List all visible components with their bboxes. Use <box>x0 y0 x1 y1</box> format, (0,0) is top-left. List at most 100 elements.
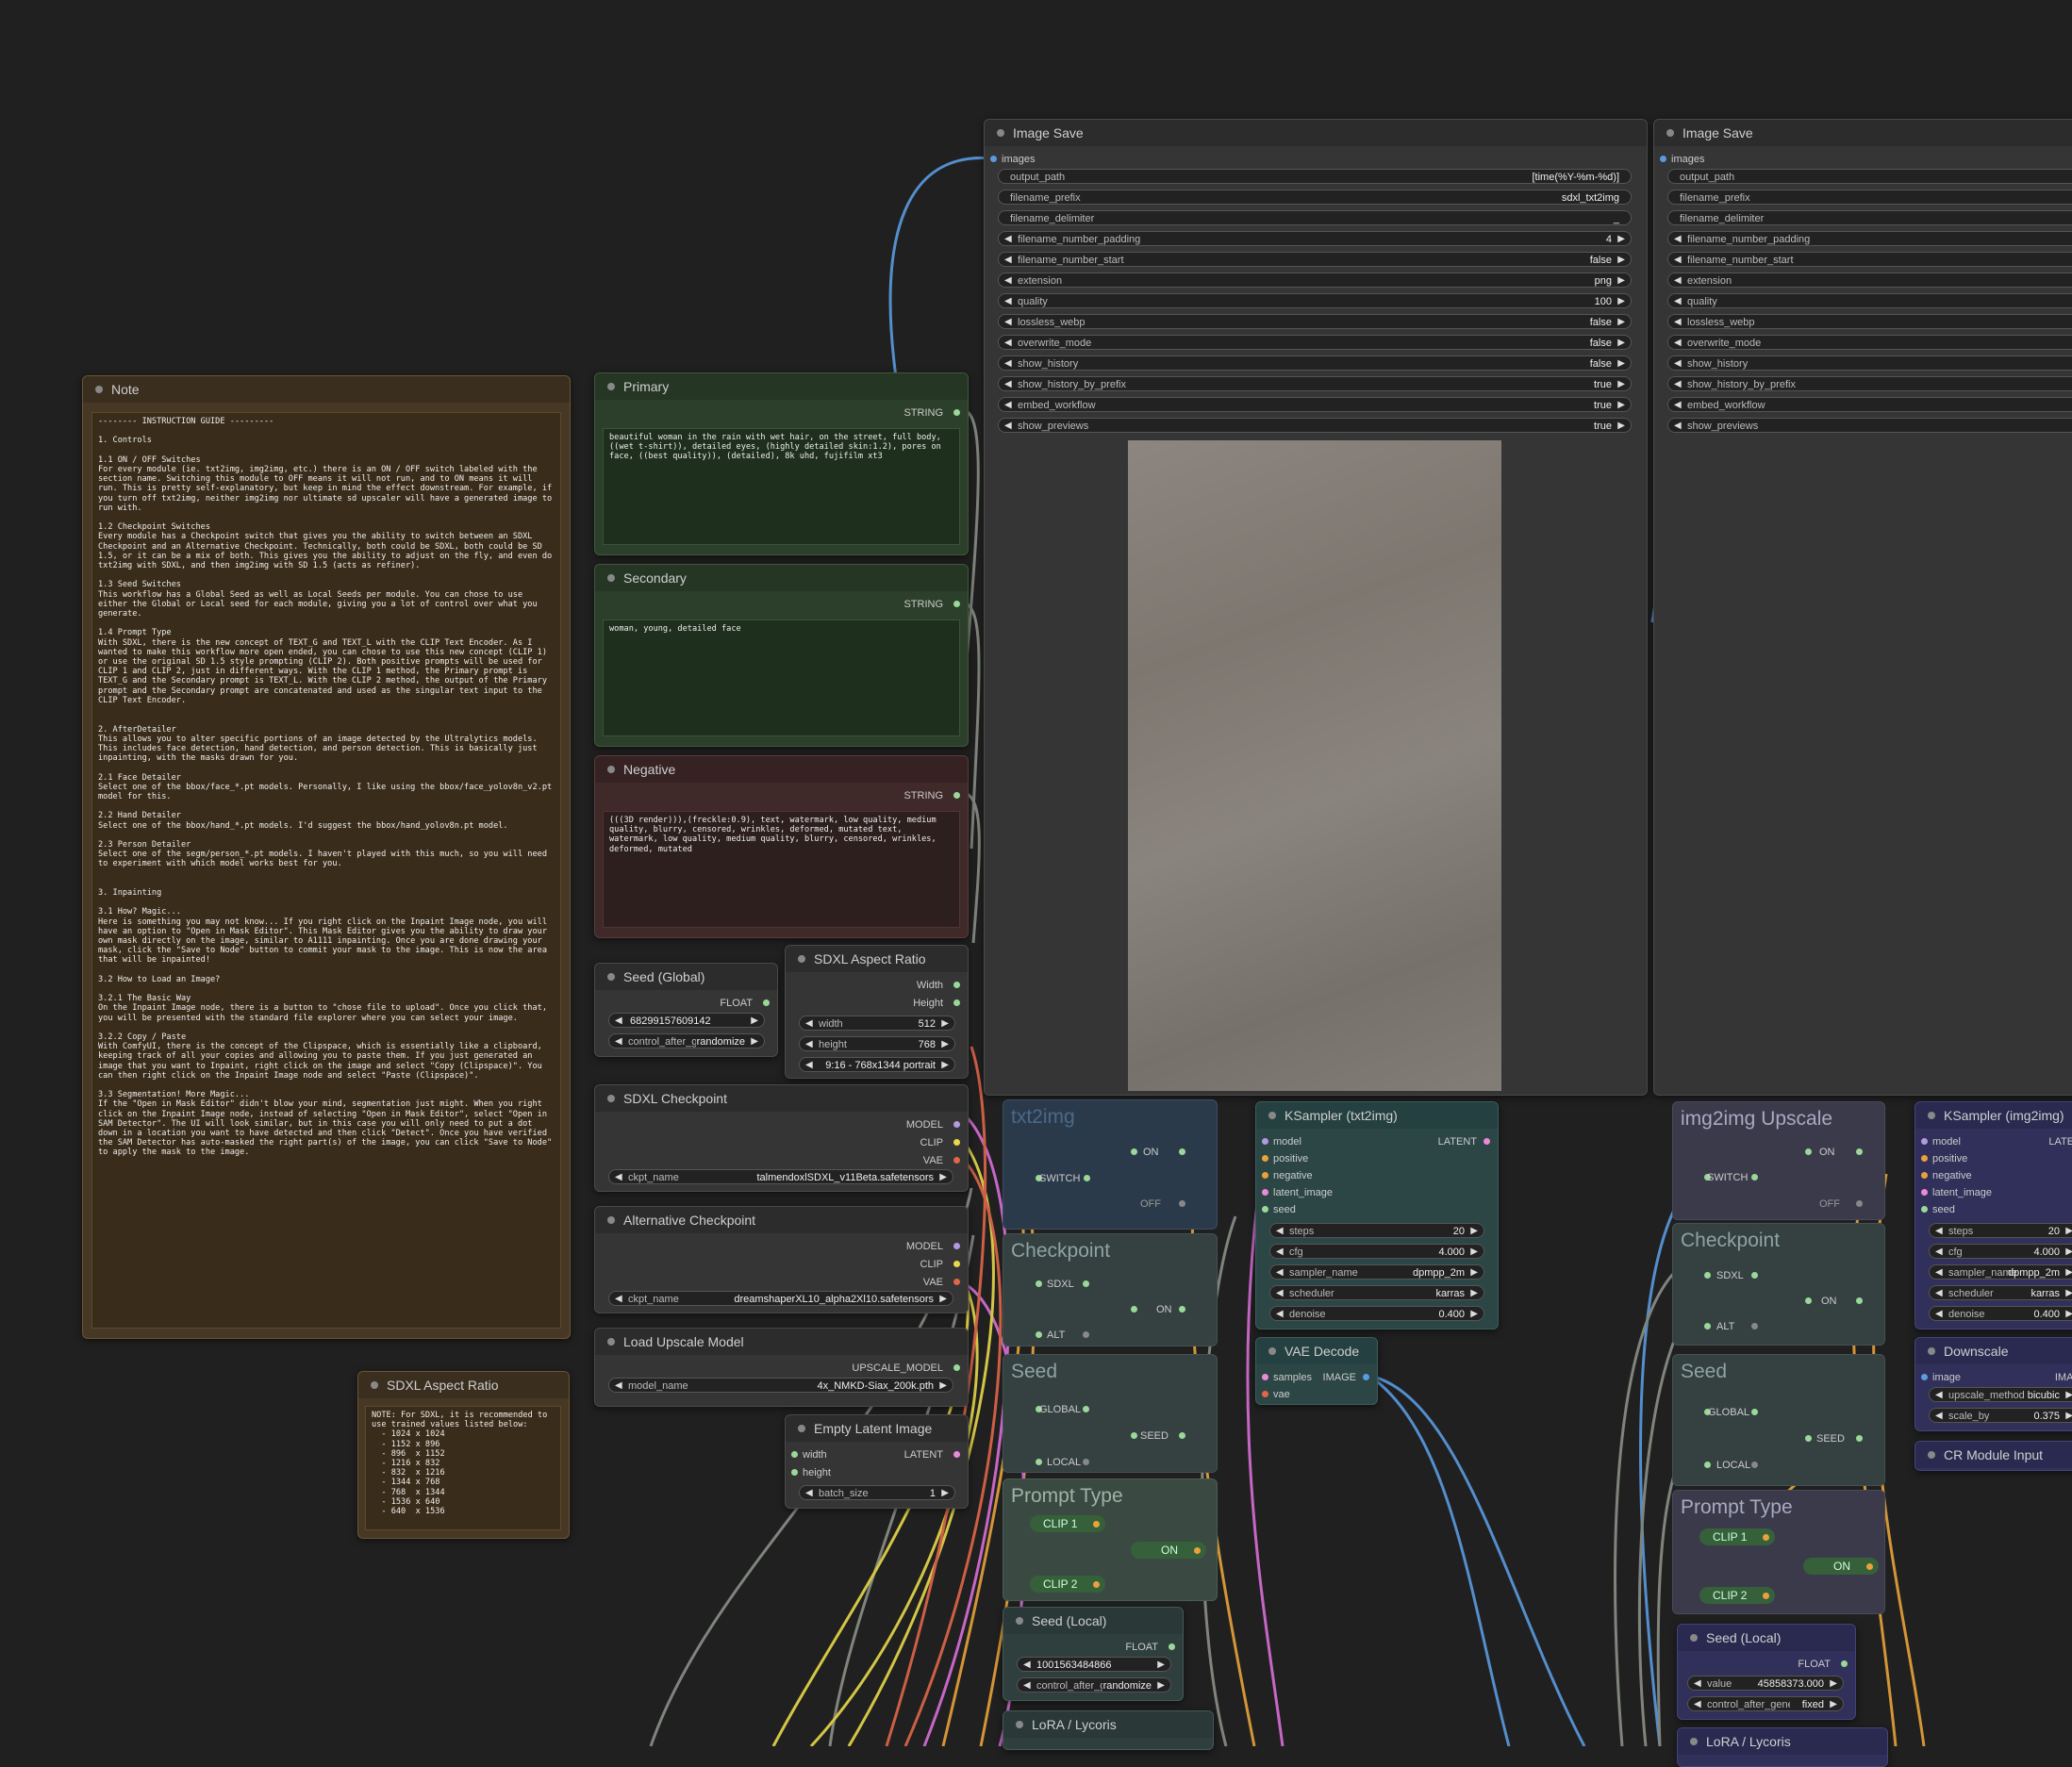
ksampler-img-steps-widget[interactable]: ◀ steps 20 ▶ <box>1929 1223 2072 1238</box>
seed-global-value-widget[interactable]: ◀ 68299157609142 ▶ <box>608 1013 765 1028</box>
decrement-arrow-icon[interactable]: ◀ <box>1694 1676 1701 1690</box>
increment-arrow-icon[interactable]: ▶ <box>1617 294 1625 307</box>
decrement-arrow-icon[interactable]: ◀ <box>1004 253 1012 266</box>
decrement-arrow-icon[interactable]: ◀ <box>1935 1265 1943 1279</box>
seed-switch-output-port[interactable] <box>1856 1435 1863 1442</box>
ksampler-txt-steps-widget[interactable]: ◀ steps 20 ▶ <box>1269 1223 1484 1238</box>
samples-input-port[interactable] <box>1262 1374 1268 1380</box>
image-save-field-show-history-by-prefix[interactable]: ◀ show_history_by_prefix true ▶ <box>998 376 1632 391</box>
image-save-field-filename-number-start[interactable]: ◀ filename_number_start false ▶ <box>998 252 1632 267</box>
ckpt-on-input-port[interactable] <box>1131 1306 1137 1313</box>
aspect-height-output-port[interactable] <box>953 999 960 1006</box>
increment-arrow-icon[interactable]: ▶ <box>2065 1409 2072 1422</box>
sdxl-checkpoint-node[interactable]: SDXL Checkpoint MODEL CLIP VAE ◀ ckpt_na… <box>594 1084 969 1192</box>
downscale-scale-by-widget[interactable]: ◀ scale_by 0.375 ▶ <box>1929 1408 2072 1423</box>
local-input-port[interactable] <box>1704 1461 1711 1468</box>
image-save-field-lossless-webp[interactable]: ◀ lossless_webp false ▶ <box>998 314 1632 329</box>
increment-arrow-icon[interactable]: ▶ <box>1617 336 1625 349</box>
negative-title-bar[interactable]: Negative <box>595 756 968 783</box>
increment-arrow-icon[interactable]: ▶ <box>941 1037 949 1050</box>
images-input-port[interactable] <box>1660 156 1666 162</box>
primary-textarea[interactable]: beautiful woman in the rain with wet hai… <box>603 428 960 545</box>
collapse-dot-icon[interactable] <box>1928 1451 1935 1459</box>
vae-decode-node[interactable]: VAE Decode samples vae IMAGE <box>1255 1337 1378 1405</box>
seed-input-port[interactable] <box>1262 1206 1268 1213</box>
seed-switch-input-port[interactable] <box>1131 1432 1137 1439</box>
alt-model-output-port[interactable] <box>953 1243 960 1249</box>
empty-latent-title-bar[interactable]: Empty Latent Image <box>786 1415 968 1442</box>
decrement-arrow-icon[interactable]: ◀ <box>1004 419 1012 432</box>
collapse-dot-icon[interactable] <box>607 1338 615 1346</box>
image-save-2-title-bar[interactable]: Image Save <box>1654 120 2072 146</box>
collapse-dot-icon[interactable] <box>607 1216 615 1224</box>
ksampler-img2img-node[interactable]: KSampler (img2img) model positive negati… <box>1915 1101 2072 1329</box>
collapse-dot-icon[interactable] <box>371 1381 378 1389</box>
decrement-arrow-icon[interactable]: ◀ <box>1674 273 1682 287</box>
seed-local-1-output-port[interactable] <box>1169 1643 1175 1650</box>
image-save-field-extension[interactable]: ◀extension▶ <box>1667 272 2072 288</box>
collapse-dot-icon[interactable] <box>1016 1617 1023 1625</box>
image-output-port[interactable] <box>1363 1374 1369 1380</box>
decrement-arrow-icon[interactable]: ◀ <box>1276 1224 1284 1237</box>
upscale-model-name-widget[interactable]: ◀ model_name 4x_NMKD-Siax_200k.pth ▶ <box>608 1378 953 1393</box>
model-input-port[interactable] <box>1262 1138 1268 1145</box>
seed-global-control-widget[interactable]: ◀ control_after_generate randomize ▶ <box>608 1033 765 1049</box>
img2img-switch-group[interactable]: img2img Upscale SWITCH ON OFF <box>1672 1101 1885 1220</box>
increment-arrow-icon[interactable]: ▶ <box>2065 1307 2072 1320</box>
decrement-arrow-icon[interactable]: ◀ <box>1674 377 1682 390</box>
increment-arrow-icon[interactable]: ▶ <box>1617 398 1625 411</box>
decrement-arrow-icon[interactable]: ◀ <box>1004 356 1012 370</box>
upscale-model-title-bar[interactable]: Load Upscale Model <box>595 1329 968 1355</box>
decrement-arrow-icon[interactable]: ◀ <box>1004 377 1012 390</box>
decrement-arrow-icon[interactable]: ◀ <box>1674 232 1682 245</box>
alt-ckpt-name-widget[interactable]: ◀ ckpt_name dreamshaperXL10_alpha2Xl10.s… <box>608 1291 953 1306</box>
decrement-arrow-icon[interactable]: ◀ <box>1004 273 1012 287</box>
sdxl-output-port[interactable] <box>1751 1272 1758 1279</box>
secondary-textarea[interactable]: woman, young, detailed face <box>603 619 960 736</box>
alt-output-port[interactable] <box>1083 1331 1089 1338</box>
ckpt-on-input-port[interactable] <box>1805 1297 1812 1304</box>
latent-output-port[interactable] <box>953 1451 960 1458</box>
decrement-arrow-icon[interactable]: ◀ <box>1935 1307 1943 1320</box>
increment-arrow-icon[interactable]: ▶ <box>939 1379 947 1392</box>
on-output-port[interactable] <box>1856 1148 1863 1155</box>
collapse-dot-icon[interactable] <box>1268 1112 1276 1119</box>
image-save-field-output-path[interactable]: output_path <box>1667 169 2072 184</box>
increment-arrow-icon[interactable]: ▶ <box>1470 1265 1478 1279</box>
decrement-arrow-icon[interactable]: ◀ <box>1935 1409 1943 1422</box>
decrement-arrow-icon[interactable]: ◀ <box>1935 1388 1943 1401</box>
negative-textarea[interactable]: (((3D render))),(freckle:0.9), text, wat… <box>603 811 960 928</box>
increment-arrow-icon[interactable]: ▶ <box>1617 315 1625 328</box>
aspect-note-textarea[interactable]: NOTE: For SDXL, it is recommended to use… <box>365 1406 561 1530</box>
sdxl-checkpoint-title-bar[interactable]: SDXL Checkpoint <box>595 1085 968 1112</box>
image-save-field-embed-workflow[interactable]: ◀embed_workflow▶ <box>1667 397 2072 412</box>
decrement-arrow-icon[interactable]: ◀ <box>1023 1658 1031 1671</box>
collapse-dot-icon[interactable] <box>1928 1112 1935 1119</box>
images-input-port[interactable] <box>990 156 997 162</box>
collapse-dot-icon[interactable] <box>1016 1721 1023 1728</box>
negative-input-port[interactable] <box>1262 1172 1268 1179</box>
increment-arrow-icon[interactable]: ▶ <box>1617 232 1625 245</box>
collapse-dot-icon[interactable] <box>95 386 103 393</box>
ksampler-img-sampler-name-widget[interactable]: ◀ sampler_namedpmpp_2m ▶ <box>1929 1264 2072 1280</box>
ksampler-txt-cfg-widget[interactable]: ◀ cfg 4.000 ▶ <box>1269 1244 1484 1259</box>
increment-arrow-icon[interactable]: ▶ <box>1617 253 1625 266</box>
cr-module-title-bar[interactable]: CR Module Input <box>1915 1442 2072 1468</box>
image-save-field-quality[interactable]: ◀quality▶ <box>1667 293 2072 308</box>
collapse-dot-icon[interactable] <box>607 383 615 390</box>
ksampler-img-scheduler-widget[interactable]: ◀ scheduler karras ▶ <box>1929 1285 2072 1300</box>
prompt-on-output-port[interactable] <box>1194 1547 1201 1554</box>
alt-checkpoint-title-bar[interactable]: Alternative Checkpoint <box>595 1207 968 1233</box>
decrement-arrow-icon[interactable]: ◀ <box>1674 398 1682 411</box>
img2img-checkpoint-group[interactable]: Checkpoint SDXL ALT ON <box>1672 1223 1885 1346</box>
increment-arrow-icon[interactable]: ▶ <box>1470 1307 1478 1320</box>
decrement-arrow-icon[interactable]: ◀ <box>1004 232 1012 245</box>
increment-arrow-icon[interactable]: ▶ <box>1830 1697 1837 1710</box>
switch-output-port[interactable] <box>1084 1175 1090 1181</box>
image-save-field-filename-number-start[interactable]: ◀filename_number_start▶ <box>1667 252 2072 267</box>
decrement-arrow-icon[interactable]: ◀ <box>1004 336 1012 349</box>
img2img-seed-group[interactable]: Seed GLOBAL LOCAL SEED <box>1672 1354 1885 1486</box>
collapse-dot-icon[interactable] <box>607 574 615 582</box>
alt-clip-output-port[interactable] <box>953 1261 960 1267</box>
aspect-width-widget[interactable]: ◀ width 512 ▶ <box>799 1016 955 1031</box>
